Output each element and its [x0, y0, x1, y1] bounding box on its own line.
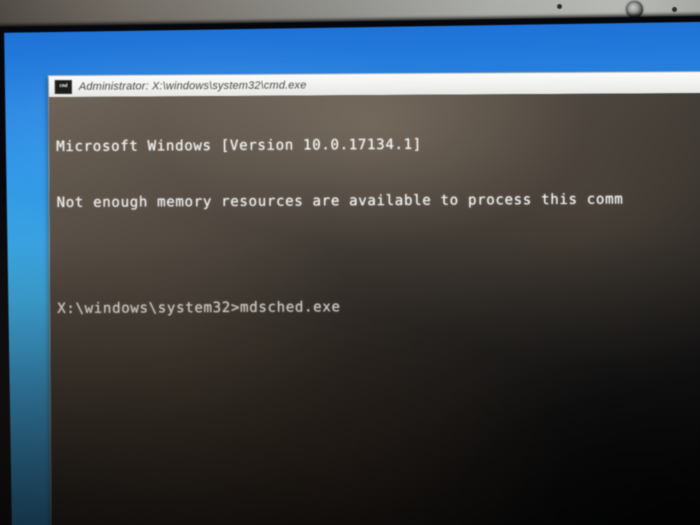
- console-line-error: Not enough memory resources are availabl…: [56, 191, 624, 211]
- console-output-area[interactable]: Microsoft Windows [Version 10.0.17134.1]…: [48, 92, 700, 525]
- console-text-block: Microsoft Windows [Version 10.0.17134.1]…: [56, 97, 700, 356]
- cmd-icon-label: cmd: [59, 82, 68, 90]
- laptop-photo-screenshot: cmd Administrator: X:\windows\system32\c…: [0, 0, 700, 525]
- console-line-version: Microsoft Windows [Version 10.0.17134.1]: [56, 136, 422, 156]
- console-prompt-line: X:\windows\system32>mdsched.exe: [57, 299, 341, 318]
- microphone-dot-left-icon: [557, 4, 562, 9]
- command-prompt-window[interactable]: cmd Administrator: X:\windows\system32\c…: [48, 71, 700, 525]
- cmd-icon: cmd: [54, 79, 72, 94]
- window-title: Administrator: X:\windows\system32\cmd.e…: [78, 79, 307, 93]
- microphone-dot-right-icon: [672, 7, 677, 12]
- webcam-icon: [626, 1, 643, 18]
- laptop-screen-frame: cmd Administrator: X:\windows\system32\c…: [0, 15, 700, 525]
- desktop-wallpaper: cmd Administrator: X:\windows\system32\c…: [4, 21, 700, 525]
